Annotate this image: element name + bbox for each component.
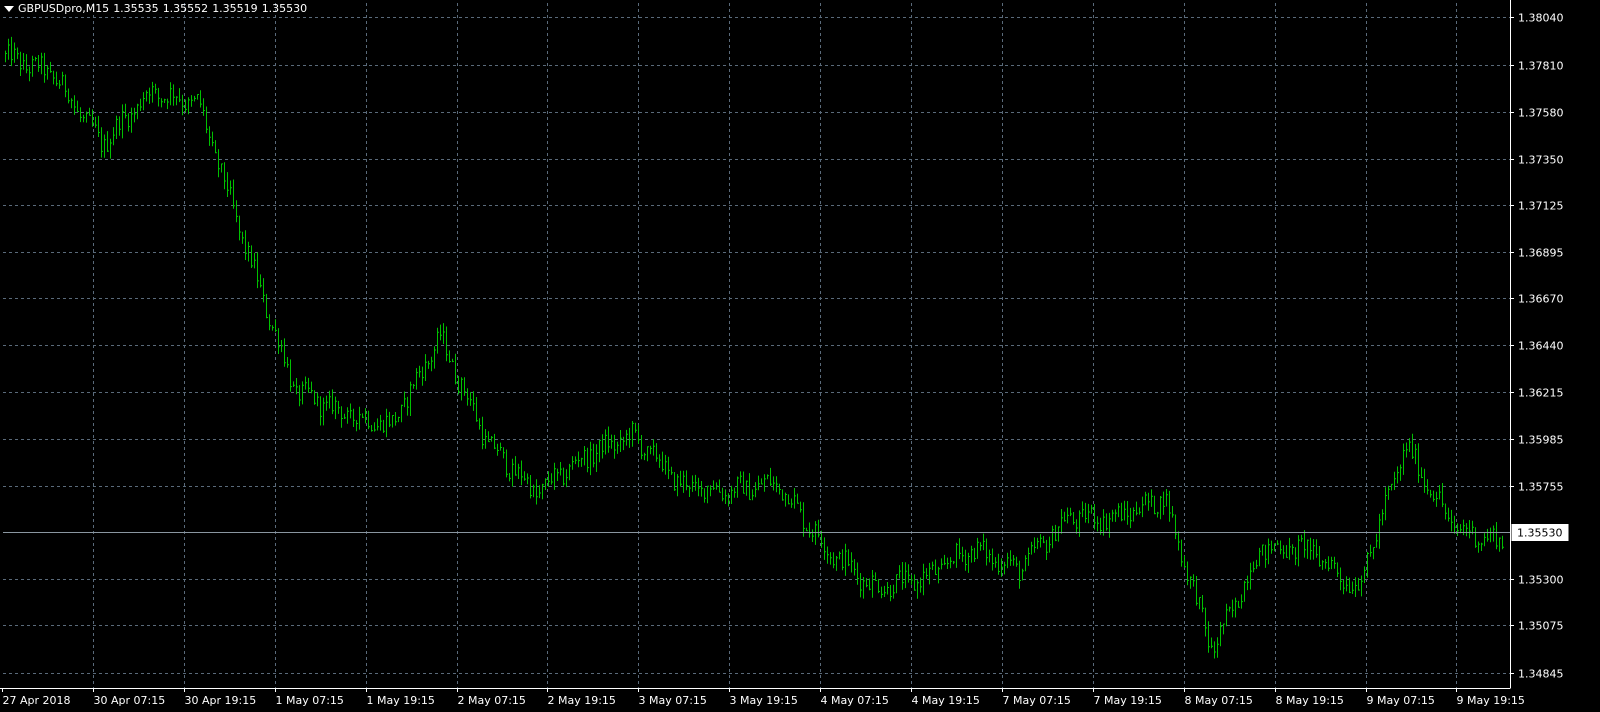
y-tick-label: 1.35985 xyxy=(1518,434,1564,447)
price-chart[interactable]: 1.38040 1.37810 1.37580 1.37350 1.37125 1.368… xyxy=(0,0,1600,712)
x-tick-label: 1 May 07:15 xyxy=(276,694,344,707)
chart-header: GBPUSDpro,M15 1.35535 1.35552 1.35519 1.… xyxy=(4,2,311,15)
y-tick-label: 1.36895 xyxy=(1518,247,1564,260)
y-tick-label: 1.37350 xyxy=(1518,154,1564,167)
close-value: 1.35530 xyxy=(261,2,308,15)
x-tick-label: 7 May 07:15 xyxy=(1003,694,1071,707)
y-tick-label: 1.37810 xyxy=(1518,60,1564,73)
y-tick-label: 1.35755 xyxy=(1518,481,1564,494)
y-tick-label: 1.38040 xyxy=(1518,12,1564,25)
y-tick-label: 1.36215 xyxy=(1518,387,1564,400)
high-value: 1.35552 xyxy=(162,2,209,15)
x-tick-label: 2 May 07:15 xyxy=(458,694,526,707)
x-tick-label: 30 Apr 07:15 xyxy=(94,694,166,707)
y-tick-label: 1.35075 xyxy=(1518,620,1564,633)
x-tick-label: 8 May 19:15 xyxy=(1276,694,1344,707)
y-tick-label: 1.35300 xyxy=(1518,574,1564,587)
x-tick-label: 3 May 19:15 xyxy=(730,694,798,707)
y-tick-label: 1.37125 xyxy=(1518,200,1564,213)
x-tick-label: 1 May 19:15 xyxy=(367,694,435,707)
x-tick-label: 9 May 07:15 xyxy=(1367,694,1435,707)
x-tick-label: 9 May 19:15 xyxy=(1457,694,1525,707)
x-tick-label: 27 Apr 2018 xyxy=(3,694,71,707)
x-tick-label: 4 May 07:15 xyxy=(821,694,889,707)
open-value: 1.35535 xyxy=(113,2,159,15)
y-tick-label: 1.37580 xyxy=(1518,107,1564,120)
x-tick-label: 3 May 07:15 xyxy=(639,694,707,707)
x-tick-label: 30 Apr 19:15 xyxy=(185,694,257,707)
x-tick-label: 8 May 07:15 xyxy=(1185,694,1253,707)
y-axis-labels: 1.38040 1.37810 1.37580 1.37350 1.37125 1.368… xyxy=(1518,12,1564,681)
x-tick-label: 7 May 19:15 xyxy=(1094,694,1162,707)
low-value: 1.35519 xyxy=(212,2,258,15)
chart-background xyxy=(0,0,1600,712)
price-tag-label: 1.35530 xyxy=(1517,527,1563,540)
current-price-tag: 1.35530 xyxy=(1511,524,1569,541)
dropdown-arrow-icon[interactable] xyxy=(4,5,14,12)
x-tick-label: 2 May 19:15 xyxy=(548,694,616,707)
x-tick-label: 4 May 19:15 xyxy=(912,694,980,707)
y-tick-label: 1.36440 xyxy=(1518,340,1564,353)
y-tick-label: 1.34845 xyxy=(1518,668,1564,681)
x-axis-labels: 27 Apr 2018 30 Apr 07:15 30 Apr 19:15 1 May… xyxy=(3,694,1525,707)
y-tick-label: 1.36670 xyxy=(1518,293,1564,306)
symbol-label: GBPUSDpro,M15 xyxy=(18,2,110,15)
